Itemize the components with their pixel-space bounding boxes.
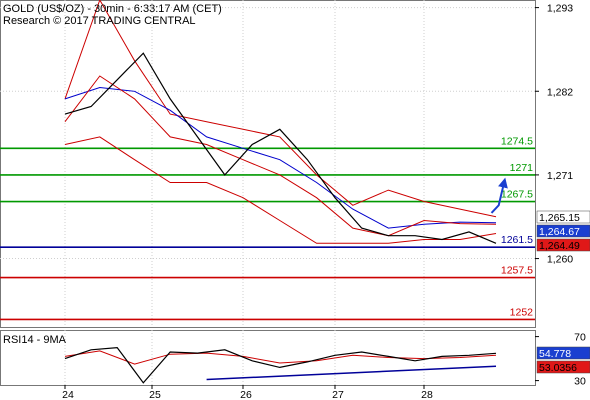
rsi-ma-tag: 53.0356 [536, 360, 590, 374]
level-label: 1267.5 [501, 189, 533, 201]
x-tick-label: 28 [421, 389, 433, 400]
rsi-tick-label: 30 [574, 376, 586, 388]
x-tick-label: 27 [332, 389, 344, 400]
level-label: 1274.5 [501, 135, 533, 147]
y-tick-label: 1,282 [547, 86, 573, 98]
red-ma-tag: 1,264.49 [536, 238, 590, 252]
rsi-value-tag-text: 54.778 [539, 348, 571, 360]
level-label: 1252 [510, 306, 534, 318]
level-label: 1271 [510, 162, 534, 174]
x-tick-label: 25 [149, 389, 161, 400]
rsi-tick-label: 70 [574, 332, 586, 344]
x-tick-label: 24 [62, 389, 74, 400]
blue-ma-tag: 1,264.67 [536, 224, 590, 238]
chart-title: GOLD (US$/OZ) - 30min - 6:33:17 AM (CET) [3, 3, 222, 15]
blue-ma-tag-text: 1,264.67 [539, 226, 580, 238]
y-tick-label: 1,293 [547, 3, 573, 15]
rsi-value-tag: 54.778 [536, 346, 590, 360]
chart-subtitle: Research © 2017 TRADING CENTRAL [3, 15, 196, 27]
rsi-ma-tag-text: 53.0356 [539, 362, 577, 374]
x-tick-label: 26 [240, 389, 252, 400]
level-label: 1257.5 [501, 265, 533, 277]
red-ma-tag-text: 1,264.49 [539, 240, 580, 252]
rsi-label: RSI14 - 9MA [3, 334, 67, 346]
gold-price-chart: 1274.5 1271 1267.5 1261.5 1257.5 1252 24 25 26 2… [0, 0, 590, 400]
y-tick-label: 1,260 [547, 254, 573, 266]
y-tick-label: 1,271 [547, 170, 573, 182]
level-label: 1261.5 [501, 234, 533, 246]
last-price-tag-text: 1,265.15 [539, 212, 580, 224]
last-price-tag: 1,265.15 [536, 210, 590, 224]
